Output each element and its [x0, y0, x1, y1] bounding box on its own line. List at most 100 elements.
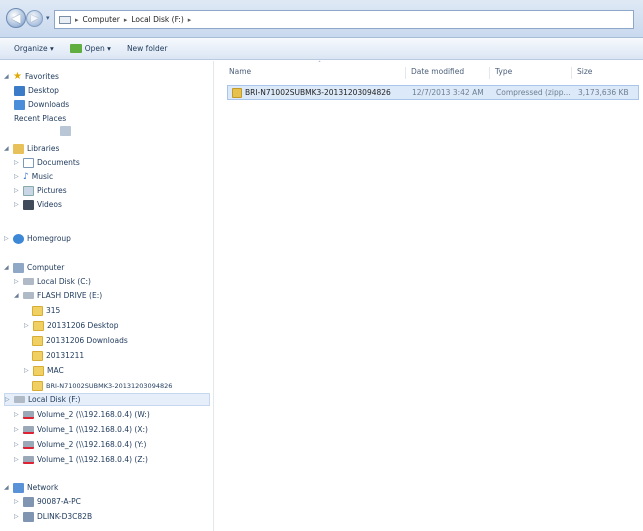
tree-label: Homegroup — [27, 234, 71, 243]
breadcrumb-computer[interactable]: Computer — [83, 15, 120, 24]
collapsed-arrow-icon[interactable]: ▷ — [14, 441, 20, 448]
open-icon — [69, 44, 82, 53]
tree-label: 90087-A-PC — [37, 497, 81, 506]
tree-label: BRI-N71002SUBMK3-20131203094826 — [46, 381, 173, 390]
expanded-arrow-icon[interactable]: ◢ — [4, 145, 10, 152]
tree-libraries[interactable]: ◢ Libraries — [4, 142, 59, 155]
file-type: Compressed (zipp... — [496, 88, 571, 97]
collapsed-arrow-icon[interactable]: ▷ — [14, 187, 20, 194]
collapsed-arrow-icon[interactable]: ▷ — [24, 322, 30, 329]
collapsed-arrow-icon[interactable]: ▷ — [14, 159, 20, 166]
folder-icon — [32, 350, 43, 361]
navigation-pane[interactable]: ◢ ★ Favorites Desktop Downloads Recent P… — [0, 61, 214, 531]
breadcrumb-local-disk-f[interactable]: Local Disk (F:) — [131, 15, 183, 24]
network-icon — [13, 482, 24, 493]
command-bar: Organize ▾ Open ▾ New folder — [0, 38, 643, 60]
videos-icon — [23, 199, 34, 210]
address-box[interactable]: ▸ Computer ▸ Local Disk (F:) ▸ — [54, 10, 634, 29]
column-divider[interactable] — [489, 67, 490, 79]
tree-network-pc-1[interactable]: ▷ 90087-A-PC — [14, 495, 81, 508]
tree-label: Volume_2 (\\192.168.0.4) (Y:) — [37, 440, 147, 449]
collapsed-arrow-icon[interactable]: ▷ — [14, 201, 20, 208]
tree-folder-315[interactable]: 315 — [32, 304, 60, 317]
collapsed-arrow-icon[interactable]: ▷ — [4, 235, 10, 242]
new-folder-button[interactable]: New folder — [127, 44, 168, 53]
tree-label: 315 — [46, 306, 61, 315]
tree-downloads[interactable]: Downloads — [14, 98, 69, 111]
file-list-pane[interactable]: ˆ Name Date modified Type Size BRI-N7100… — [215, 61, 643, 531]
tree-label: Network — [27, 483, 59, 492]
tree-local-disk-c[interactable]: ▷ Local Disk (C:) — [14, 275, 91, 288]
file-row[interactable]: BRI-N71002SUBMK3-20131203094826 12/7/201… — [227, 85, 639, 100]
tree-music[interactable]: ▷ ♪ Music — [14, 170, 53, 183]
tree-documents[interactable]: ▷ Documents — [14, 156, 80, 169]
tree-network-pc-2[interactable]: ▷ DLINK-D3C82B — [14, 510, 92, 523]
tree-computer[interactable]: ◢ Computer — [4, 261, 64, 274]
recent-pages-chevron-icon[interactable]: ▾ — [46, 14, 50, 22]
collapsed-arrow-icon[interactable]: ▷ — [14, 513, 20, 520]
libraries-icon — [13, 143, 24, 154]
disconnected-network-drive-icon — [23, 425, 34, 434]
open-button[interactable]: Open ▾ — [69, 44, 111, 53]
tree-videos[interactable]: ▷ Videos — [14, 198, 62, 211]
expanded-arrow-icon[interactable]: ◢ — [4, 484, 10, 491]
tree-folder-desktop[interactable]: ▷ 20131206 Desktop — [24, 319, 119, 332]
column-header-date[interactable]: Date modified — [411, 67, 464, 76]
tree-network[interactable]: ◢ Network — [4, 481, 58, 494]
tree-desktop[interactable]: Desktop — [14, 84, 59, 97]
tree-folder-20131211[interactable]: 20131211 — [32, 349, 84, 362]
tree-label: Computer — [27, 263, 65, 272]
tree-label: 20131206 Downloads — [46, 336, 128, 345]
file-size: 3,173,636 KB — [578, 88, 629, 97]
tree-folder-downloads[interactable]: 20131206 Downloads — [32, 334, 128, 347]
tree-pictures[interactable]: ▷ Pictures — [14, 184, 67, 197]
expanded-arrow-icon[interactable]: ◢ — [4, 264, 10, 271]
organize-button[interactable]: Organize ▾ — [14, 44, 54, 53]
collapsed-arrow-icon[interactable]: ▷ — [24, 367, 30, 374]
column-divider[interactable] — [571, 67, 572, 79]
breadcrumb-separator-icon: ▸ — [75, 15, 79, 24]
tree-label: Volume_2 (\\192.168.0.4) (W:) — [37, 410, 150, 419]
column-header-type[interactable]: Type — [495, 67, 512, 76]
column-header-name[interactable]: Name — [229, 67, 251, 76]
tree-flash-drive[interactable]: ◢ FLASH DRIVE (E:) — [14, 289, 102, 302]
column-divider[interactable] — [405, 67, 406, 79]
collapsed-arrow-icon[interactable]: ▷ — [14, 278, 20, 285]
tree-label: Documents — [37, 158, 80, 167]
tree-network-drive-w[interactable]: ▷ Volume_2 (\\192.168.0.4) (W:) — [14, 408, 150, 421]
tree-homegroup[interactable]: ▷ Homegroup — [4, 232, 71, 245]
tree-folder-bri[interactable]: BRI-N71002SUBMK3-20131203094826 — [32, 379, 172, 392]
folder-icon — [33, 320, 44, 331]
collapsed-arrow-icon[interactable]: ▷ — [14, 173, 20, 180]
expanded-arrow-icon[interactable]: ◢ — [4, 73, 10, 80]
tree-favorites[interactable]: ◢ ★ Favorites — [4, 70, 59, 83]
column-header-size[interactable]: Size — [577, 67, 592, 76]
tree-label: FLASH DRIVE (E:) — [37, 291, 103, 300]
forward-button[interactable]: ▶ — [26, 10, 43, 27]
expanded-arrow-icon[interactable]: ◢ — [14, 292, 20, 299]
tree-label: Volume_1 (\\192.168.0.4) (Z:) — [37, 455, 148, 464]
disconnected-network-drive-icon — [23, 455, 34, 464]
tree-label: Libraries — [27, 144, 60, 153]
file-date: 12/7/2013 3:42 AM — [412, 88, 484, 97]
tree-network-drive-z[interactable]: ▷ Volume_1 (\\192.168.0.4) (Z:) — [14, 453, 148, 466]
collapsed-arrow-icon[interactable]: ▷ — [14, 426, 20, 433]
tree-network-drive-y[interactable]: ▷ Volume_2 (\\192.168.0.4) (Y:) — [14, 438, 146, 451]
back-button[interactable]: ◀ — [6, 8, 26, 28]
collapsed-arrow-icon[interactable]: ▷ — [14, 456, 20, 463]
tree-local-disk-f[interactable]: ▷ Local Disk (F:) — [4, 393, 210, 406]
collapsed-arrow-icon[interactable]: ▷ — [5, 396, 11, 403]
tree-label: Pictures — [37, 186, 67, 195]
breadcrumb-separator-icon: ▸ — [123, 15, 128, 24]
tree-recent-places[interactable]: Recent Places — [14, 112, 71, 136]
collapsed-arrow-icon[interactable]: ▷ — [14, 411, 20, 418]
tree-network-drive-x[interactable]: ▷ Volume_1 (\\192.168.0.4) (X:) — [14, 423, 148, 436]
collapsed-arrow-icon[interactable]: ▷ — [14, 498, 20, 505]
address-bar-area: ◀ ▶ ▾ ▸ Computer ▸ Local Disk (F:) ▸ — [0, 0, 643, 38]
tree-folder-mac[interactable]: ▷ MAC — [24, 364, 64, 377]
tree-label: Desktop — [28, 86, 59, 95]
hard-drive-icon — [14, 396, 25, 403]
tree-label: 20131211 — [46, 351, 85, 360]
file-name: BRI-N71002SUBMK3-20131203094826 — [245, 88, 391, 97]
folder-icon — [32, 380, 43, 391]
